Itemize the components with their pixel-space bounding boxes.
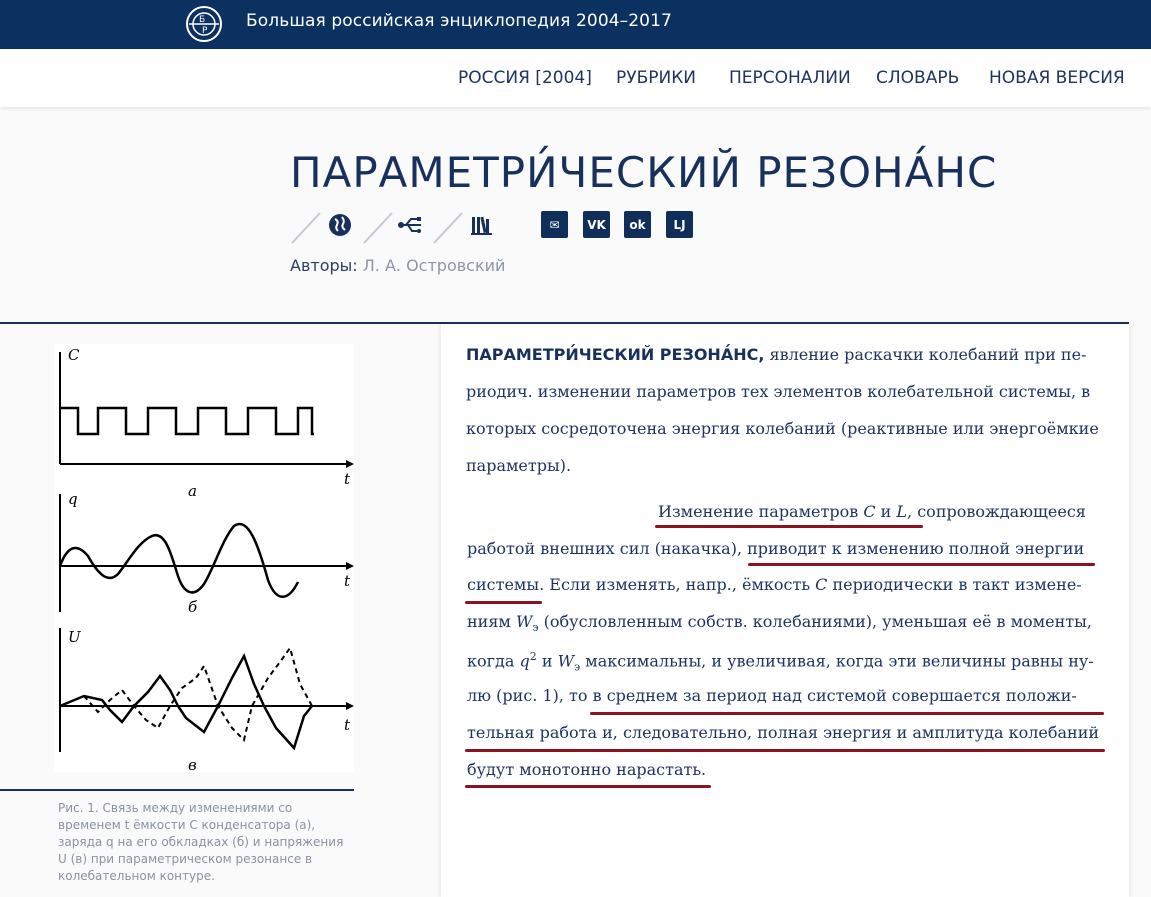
top-bar: Б Р Большая российская энциклопедия 2004… [0, 0, 1151, 49]
divider-slash [433, 212, 463, 244]
article-body [441, 324, 1129, 897]
axis-label-t: t [344, 716, 351, 734]
panel-label-b: б [188, 598, 198, 616]
divider-slash [363, 212, 393, 244]
axis-label-t: t [344, 470, 351, 488]
authors: Авторы: Л. А. Островский [290, 256, 505, 275]
bre-logo-icon[interactable]: Б Р [185, 5, 223, 43]
para2-line8: будут монотонно нарастать. [467, 760, 707, 779]
annotation-underline [465, 601, 542, 604]
para2-line2: работой внешних сил (накачка), приводит … [467, 539, 1085, 558]
usb-icon[interactable] [396, 211, 424, 239]
svg-text:Р: Р [202, 26, 208, 36]
para1-line3: которых сосредоточена энергия колебаний … [466, 419, 1099, 438]
lj-icon[interactable]: LJ [666, 211, 693, 238]
nav-new-version[interactable]: НОВАЯ ВЕРСИЯ [989, 68, 1125, 88]
annotation-underline [748, 563, 1095, 566]
nav-persons[interactable]: ПЕРСОНАЛИИ [729, 68, 851, 88]
para1-line1: ПАРАМЕТРИ́ЧЕСКИЙ РЕЗОНА́НС, явление раск… [466, 345, 1087, 364]
axis-label-q: q [68, 490, 78, 508]
para2-line6: лю (рис. 1), то в среднем за период над … [467, 686, 1077, 705]
authors-label: Авторы: [290, 256, 358, 275]
ok-icon[interactable]: ok [624, 211, 651, 238]
site-title[interactable]: Большая российская энциклопедия 2004–201… [246, 11, 672, 31]
annotation-underline [465, 785, 711, 788]
divider-slash [291, 212, 321, 244]
figure-image: C t а q t б U t в [54, 344, 354, 772]
books-icon[interactable] [468, 211, 496, 239]
axis-label-t: t [344, 572, 351, 590]
axis-label-c: C [68, 346, 80, 364]
figure-caption: Рис. 1. Связь между изменениями со време… [58, 801, 344, 883]
para2-line5: когда q2 и Wэ максимальны, и увеличивая,… [467, 650, 1094, 674]
svg-text:Б: Б [199, 15, 205, 25]
nav-dictionary[interactable]: СЛОВАРЬ [876, 68, 959, 88]
main-nav: РОССИЯ [2004] РУБРИКИ ПЕРСОНАЛИИ СЛОВАРЬ… [0, 49, 1151, 107]
para2-line1: Изменение параметров C и L, сопровождающ… [658, 502, 1086, 521]
axis-label-u: U [68, 628, 82, 646]
para2-line3: системы. Если изменять, напр., ёмкость C… [467, 575, 1082, 594]
para2-line7: тельная работа и, следовательно, полная … [467, 723, 1100, 742]
globe-icon[interactable] [326, 211, 354, 239]
mail-icon[interactable]: ✉ [541, 211, 568, 238]
panel-label-v: в [188, 756, 197, 772]
annotation-underline [590, 712, 1104, 715]
term-heading: ПАРАМЕТРИ́ЧЕСКИЙ РЕЗОНА́НС, [466, 345, 765, 364]
para1-line2: риодич. изменении параметров тех элемент… [466, 382, 1091, 401]
para2-line4: ниям Wэ (обусловленным собств. колебания… [467, 612, 1092, 635]
section-divider [0, 322, 441, 324]
panel-label-a: а [188, 482, 197, 500]
caption-divider [0, 789, 354, 791]
author-link[interactable]: Л. А. Островский [363, 256, 506, 275]
nav-rubrics[interactable]: РУБРИКИ [616, 68, 696, 88]
page-title: ПАРАМЕТРИ́ЧЕСКИЙ РЕЗОНА́НС [290, 148, 998, 197]
para1-line4: параметры). [466, 456, 572, 475]
annotation-underline [465, 749, 1105, 752]
nav-russia[interactable]: РОССИЯ [2004] [458, 68, 592, 88]
vk-icon[interactable]: VK [583, 211, 610, 238]
annotation-underline [655, 525, 923, 528]
section-divider [441, 322, 1129, 324]
